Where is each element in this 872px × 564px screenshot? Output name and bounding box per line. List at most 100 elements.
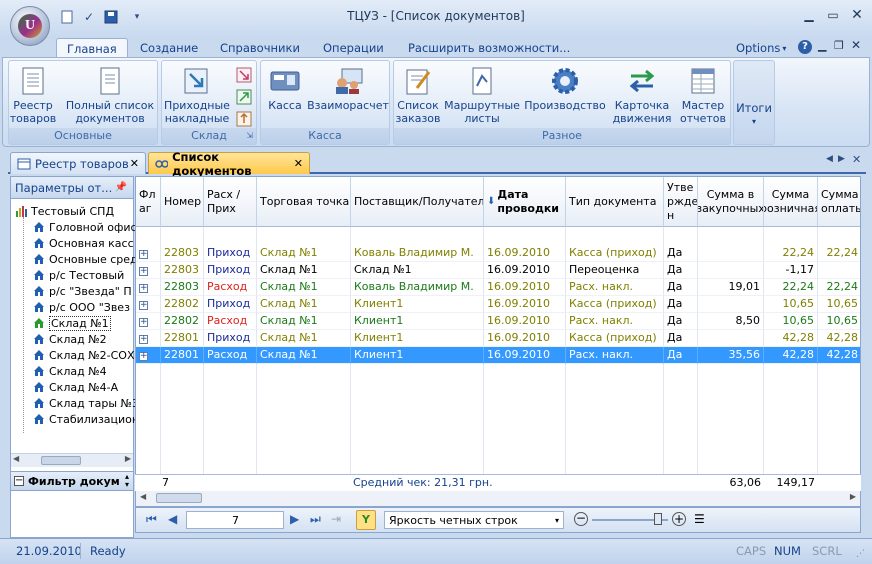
zoom-slider-thumb[interactable] xyxy=(654,513,662,525)
flag-cell[interactable]: + xyxy=(136,296,161,313)
ribbon-close-icon[interactable]: ✕ xyxy=(851,38,861,52)
tree-item[interactable]: Стабилизацион xyxy=(33,411,139,427)
tab-scroll-right-icon[interactable]: ▶ xyxy=(838,154,845,164)
return-arrow-icon[interactable] xyxy=(236,111,252,127)
flag-cell[interactable]: + xyxy=(136,262,161,279)
tab-create[interactable]: Создание xyxy=(130,38,208,58)
tree-item[interactable]: Склад тары №3 xyxy=(33,395,139,411)
scroll-left-icon[interactable]: ◀ xyxy=(13,454,19,463)
table-row[interactable]: +22803 Приход Склад №1 Склад №1 16.09.2010 Пе… xyxy=(136,262,860,279)
tree-horizontal-scrollbar[interactable]: ◀ ▶ xyxy=(11,453,133,467)
goods-registry-button[interactable]: Реестр товаров xyxy=(10,65,56,125)
scroll-right-icon[interactable]: ▶ xyxy=(125,454,131,463)
ribbon-restore-icon[interactable]: ❐ xyxy=(834,39,844,52)
options-menu[interactable]: Options ▾ xyxy=(733,38,789,58)
transfer-arrow-icon[interactable] xyxy=(236,89,252,105)
collapse-icon[interactable]: − xyxy=(14,476,24,486)
table-row[interactable]: +22802 Расход Склад №1 Клиент1 16.09.2010 Рас… xyxy=(136,313,860,330)
expand-icon[interactable]: + xyxy=(139,318,148,327)
tree-item[interactable]: Основные сред xyxy=(33,251,138,267)
application-menu-button[interactable]: U xyxy=(10,6,50,46)
ribbon-minimize-icon[interactable]: ▁ xyxy=(818,39,826,52)
row-style-select[interactable]: Яркость четных строк ▾ xyxy=(384,511,564,529)
tree-item[interactable]: Склад №2 xyxy=(33,331,107,347)
col-party-header[interactable]: Поставщик/Получатель xyxy=(351,177,484,227)
table-row[interactable]: +22803 Приход Склад №1 Коваль Владимир М. 16… xyxy=(136,245,860,262)
movement-card-button[interactable]: Карточка движения xyxy=(610,65,674,125)
tab-extend[interactable]: Расширить возможности... xyxy=(398,38,580,58)
col-number-header[interactable]: Номер xyxy=(161,177,204,227)
zoom-out-icon[interactable]: − xyxy=(574,512,588,526)
record-number-input[interactable] xyxy=(186,511,284,529)
col-flag-header[interactable]: Фл аг xyxy=(136,177,161,227)
flag-cell[interactable]: + xyxy=(136,330,161,347)
list-view-icon[interactable]: ☰ xyxy=(694,512,705,526)
tree-item[interactable]: Склад №1 xyxy=(33,315,111,331)
expand-icon[interactable]: + xyxy=(139,267,148,276)
cash-button[interactable]: Касса xyxy=(265,65,305,112)
flag-cell[interactable]: + xyxy=(136,347,161,364)
next-record-icon[interactable]: ▶ xyxy=(290,512,299,526)
close-tab-icon[interactable]: ✕ xyxy=(130,157,139,170)
col-sum-paid-header[interactable]: Сумма оплаты xyxy=(818,177,860,227)
route-sheets-button[interactable]: Маршрутные листы xyxy=(444,65,520,125)
outgoing-arrow-icon[interactable] xyxy=(236,67,252,83)
col-direction-header[interactable]: Расх / Прих xyxy=(204,177,257,227)
expand-icon[interactable]: + xyxy=(139,284,148,293)
scroll-thumb[interactable] xyxy=(41,456,81,465)
close-icon[interactable]: ✕ xyxy=(846,6,868,24)
tree-item[interactable]: Склад №2-СОХ xyxy=(33,347,134,363)
expand-icon[interactable]: + xyxy=(139,301,148,310)
col-sum-retail-header[interactable]: Сумма розничная xyxy=(764,177,818,227)
expand-icon[interactable]: + xyxy=(139,335,148,344)
resize-grip-icon[interactable]: ⋰ xyxy=(856,549,865,559)
orders-list-button[interactable]: Список заказов xyxy=(395,65,441,125)
scroll-left-icon[interactable]: ◀ xyxy=(140,492,146,501)
incoming-invoices-button[interactable]: Приходные накладные xyxy=(164,65,230,125)
first-record-icon[interactable]: ⏮ xyxy=(146,512,157,527)
zoom-in-icon[interactable]: + xyxy=(672,512,686,526)
doc-tab-goods-registry[interactable]: Реестр товаров ✕ xyxy=(10,152,146,174)
tab-operations[interactable]: Операции xyxy=(313,38,394,58)
scroll-right-icon[interactable]: ▶ xyxy=(850,492,856,501)
tree-item[interactable]: р/с "Звезда" П xyxy=(33,283,132,299)
previous-record-icon[interactable]: ◀ xyxy=(168,512,177,526)
full-doc-list-button[interactable]: Полный список документов xyxy=(65,65,155,125)
flag-cell[interactable]: + xyxy=(136,245,161,262)
table-row[interactable]: +22801 Приход Склад №1 Клиент1 16.09.2010 Кас… xyxy=(136,330,860,347)
tree-item[interactable]: р/с Тестовый xyxy=(33,267,124,283)
tree-item[interactable]: Головной офис xyxy=(33,219,137,235)
tab-home[interactable]: Главная xyxy=(56,38,128,58)
col-trade-point-header[interactable]: Торговая точка xyxy=(257,177,351,227)
pin-icon[interactable]: 📌 xyxy=(115,182,127,193)
tree-item[interactable]: р/с ООО "Звез xyxy=(33,299,130,315)
report-wizard-button[interactable]: Мастер отчетов xyxy=(678,65,728,125)
table-row[interactable]: +22801 Расход Склад №1 Клиент1 16.09.2010 Рас… xyxy=(136,347,860,364)
totals-button[interactable]: Итоги ▾ xyxy=(733,60,775,145)
table-row[interactable]: +22802 Приход Склад №1 Клиент1 16.09.2010 Кас… xyxy=(136,296,860,313)
col-date-header[interactable]: ⬇ Дата проводки xyxy=(484,177,566,227)
col-sum-purchase-header[interactable]: Сумма в закупочных xyxy=(698,177,764,227)
table-row[interactable]: +22803 Расход Склад №1 Коваль Владимир М. 16… xyxy=(136,279,860,296)
close-all-tabs-icon[interactable]: ✕ xyxy=(852,153,861,166)
document-filter-header[interactable]: − Фильтр докум ▴ ▾ xyxy=(11,471,133,491)
col-doc-type-header[interactable]: Тип документа xyxy=(566,177,664,227)
tree-item[interactable]: Тестовый СПД xyxy=(15,203,114,219)
minimize-icon[interactable]: ▁ xyxy=(798,6,820,24)
close-tab-icon[interactable]: ✕ xyxy=(294,157,303,170)
flag-cell[interactable]: + xyxy=(136,279,161,296)
filter-funnel-icon[interactable]: Y xyxy=(356,510,376,530)
expand-icon[interactable]: + xyxy=(139,250,148,259)
grid-horizontal-scrollbar[interactable]: ◀ ▶ xyxy=(135,491,861,506)
tab-scroll-left-icon[interactable]: ◀ xyxy=(826,154,833,164)
production-button[interactable]: Производство xyxy=(524,65,606,112)
maximize-icon[interactable]: ▭ xyxy=(822,6,844,24)
last-record-icon[interactable]: ⏭ xyxy=(310,512,321,527)
bookmark-icon[interactable]: ⇥ xyxy=(331,512,341,526)
dialog-launcher-icon[interactable]: ⇲ xyxy=(246,128,253,144)
scroll-thumb[interactable] xyxy=(156,493,202,503)
settlements-button[interactable]: Взаиморасчет xyxy=(307,65,389,112)
expand-icon[interactable]: + xyxy=(139,352,148,361)
tree-item[interactable]: Склад №4 xyxy=(33,363,107,379)
tree-item[interactable]: Склад №4-А xyxy=(33,379,118,395)
